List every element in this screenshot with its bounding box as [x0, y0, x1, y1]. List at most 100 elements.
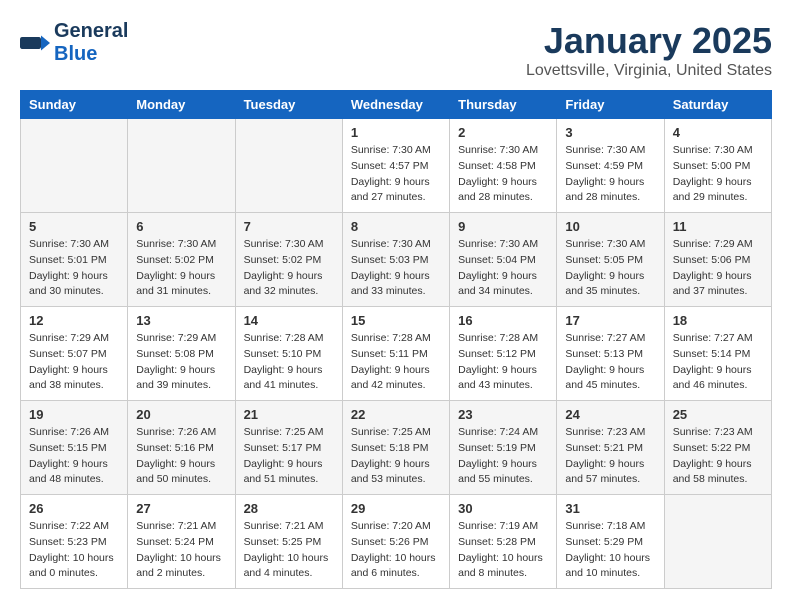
calendar-cell: 15 Sunrise: 7:28 AM Sunset: 5:11 PM Dayli…: [342, 307, 449, 401]
calendar-cell: 19 Sunrise: 7:26 AM Sunset: 5:15 PM Dayli…: [21, 401, 128, 495]
calendar-cell: [21, 119, 128, 213]
day-number: 3: [565, 125, 655, 140]
day-number: 25: [673, 407, 763, 422]
calendar-cell: 24 Sunrise: 7:23 AM Sunset: 5:21 PM Dayli…: [557, 401, 664, 495]
day-info: Sunrise: 7:28 AM Sunset: 5:11 PM Dayligh…: [351, 331, 441, 394]
calendar-title: January 2025: [526, 20, 772, 62]
header-tuesday: Tuesday: [235, 91, 342, 119]
day-info: Sunrise: 7:30 AM Sunset: 4:58 PM Dayligh…: [458, 143, 548, 206]
day-number: 15: [351, 313, 441, 328]
day-number: 28: [244, 501, 334, 516]
calendar-week-row: 1Sunrise: 7:30 AM Sunset: 4:57 PM Daylig…: [21, 119, 772, 213]
day-number: 27: [136, 501, 226, 516]
day-number: 13: [136, 313, 226, 328]
day-number: 11: [673, 219, 763, 234]
title-section: January 2025 Lovettsville, Virginia, Uni…: [526, 20, 772, 80]
calendar-cell: 16Sunrise: 7:28 AM Sunset: 5:12 PM Dayli…: [450, 307, 557, 401]
calendar-cell: 3 Sunrise: 7:30 AM Sunset: 4:59 PM Daylig…: [557, 119, 664, 213]
day-number: 30: [458, 501, 548, 516]
day-number: 2: [458, 125, 548, 140]
calendar-week-row: 19 Sunrise: 7:26 AM Sunset: 5:15 PM Dayli…: [21, 401, 772, 495]
day-number: 21: [244, 407, 334, 422]
calendar-cell: 9Sunrise: 7:30 AM Sunset: 5:04 PM Daylig…: [450, 213, 557, 307]
calendar-cell: 13 Sunrise: 7:29 AM Sunset: 5:08 PM Dayli…: [128, 307, 235, 401]
day-number: 10: [565, 219, 655, 234]
logo-blue: Blue: [54, 43, 97, 65]
day-info: Sunrise: 7:29 AM Sunset: 5:06 PM Dayligh…: [673, 237, 763, 300]
header-saturday: Saturday: [664, 91, 771, 119]
day-info: Sunrise: 7:30 AM Sunset: 4:59 PM Dayligh…: [565, 143, 655, 206]
day-number: 29: [351, 501, 441, 516]
calendar-cell: 10 Sunrise: 7:30 AM Sunset: 5:05 PM Dayli…: [557, 213, 664, 307]
day-info: Sunrise: 7:25 AM Sunset: 5:18 PM Dayligh…: [351, 425, 441, 488]
calendar-header-row: SundayMondayTuesdayWednesdayThursdayFrid…: [21, 91, 772, 119]
day-info: Sunrise: 7:30 AM Sunset: 5:00 PM Dayligh…: [673, 143, 763, 206]
day-number: 22: [351, 407, 441, 422]
calendar-cell: 23 Sunrise: 7:24 AM Sunset: 5:19 PM Dayli…: [450, 401, 557, 495]
day-info: Sunrise: 7:30 AM Sunset: 5:01 PM Dayligh…: [29, 237, 119, 300]
day-number: 16: [458, 313, 548, 328]
calendar-cell: 14 Sunrise: 7:28 AM Sunset: 5:10 PM Dayli…: [235, 307, 342, 401]
calendar-cell: 22 Sunrise: 7:25 AM Sunset: 5:18 PM Dayli…: [342, 401, 449, 495]
calendar-subtitle: Lovettsville, Virginia, United States: [526, 62, 772, 80]
calendar-week-row: 12Sunrise: 7:29 AM Sunset: 5:07 PM Dayli…: [21, 307, 772, 401]
day-number: 26: [29, 501, 119, 516]
day-info: Sunrise: 7:22 AM Sunset: 5:23 PM Dayligh…: [29, 519, 119, 582]
calendar-table: SundayMondayTuesdayWednesdayThursdayFrid…: [20, 90, 772, 589]
day-number: 1: [351, 125, 441, 140]
day-info: Sunrise: 7:30 AM Sunset: 5:02 PM Dayligh…: [244, 237, 334, 300]
day-number: 14: [244, 313, 334, 328]
calendar-cell: 2 Sunrise: 7:30 AM Sunset: 4:58 PM Daylig…: [450, 119, 557, 213]
day-info: Sunrise: 7:25 AM Sunset: 5:17 PM Dayligh…: [244, 425, 334, 488]
calendar-cell: 8Sunrise: 7:30 AM Sunset: 5:03 PM Daylig…: [342, 213, 449, 307]
day-info: Sunrise: 7:23 AM Sunset: 5:21 PM Dayligh…: [565, 425, 655, 488]
day-info: Sunrise: 7:20 AM Sunset: 5:26 PM Dayligh…: [351, 519, 441, 582]
day-number: 8: [351, 219, 441, 234]
header-monday: Monday: [128, 91, 235, 119]
calendar-cell: 1Sunrise: 7:30 AM Sunset: 4:57 PM Daylig…: [342, 119, 449, 213]
calendar-cell: 25 Sunrise: 7:23 AM Sunset: 5:22 PM Dayli…: [664, 401, 771, 495]
calendar-cell: 12Sunrise: 7:29 AM Sunset: 5:07 PM Dayli…: [21, 307, 128, 401]
day-number: 12: [29, 313, 119, 328]
calendar-cell: 11 Sunrise: 7:29 AM Sunset: 5:06 PM Dayli…: [664, 213, 771, 307]
day-info: Sunrise: 7:27 AM Sunset: 5:14 PM Dayligh…: [673, 331, 763, 394]
day-info: Sunrise: 7:30 AM Sunset: 5:04 PM Dayligh…: [458, 237, 548, 300]
calendar-cell: 30Sunrise: 7:19 AM Sunset: 5:28 PM Dayli…: [450, 495, 557, 589]
day-number: 7: [244, 219, 334, 234]
day-number: 31: [565, 501, 655, 516]
page-header: General Blue January 2025 Lovettsville, …: [20, 20, 772, 80]
day-number: 6: [136, 219, 226, 234]
day-info: Sunrise: 7:26 AM Sunset: 5:16 PM Dayligh…: [136, 425, 226, 488]
day-number: 19: [29, 407, 119, 422]
day-number: 23: [458, 407, 548, 422]
day-info: Sunrise: 7:30 AM Sunset: 5:05 PM Dayligh…: [565, 237, 655, 300]
calendar-cell: 20Sunrise: 7:26 AM Sunset: 5:16 PM Dayli…: [128, 401, 235, 495]
day-info: Sunrise: 7:23 AM Sunset: 5:22 PM Dayligh…: [673, 425, 763, 488]
day-info: Sunrise: 7:30 AM Sunset: 5:02 PM Dayligh…: [136, 237, 226, 300]
day-info: Sunrise: 7:29 AM Sunset: 5:08 PM Dayligh…: [136, 331, 226, 394]
day-number: 4: [673, 125, 763, 140]
header-wednesday: Wednesday: [342, 91, 449, 119]
logo: General Blue: [20, 20, 128, 66]
day-info: Sunrise: 7:28 AM Sunset: 5:10 PM Dayligh…: [244, 331, 334, 394]
day-info: Sunrise: 7:21 AM Sunset: 5:24 PM Dayligh…: [136, 519, 226, 582]
day-number: 24: [565, 407, 655, 422]
calendar-cell: [128, 119, 235, 213]
calendar-week-row: 5Sunrise: 7:30 AM Sunset: 5:01 PM Daylig…: [21, 213, 772, 307]
day-info: Sunrise: 7:21 AM Sunset: 5:25 PM Dayligh…: [244, 519, 334, 582]
calendar-cell: 18 Sunrise: 7:27 AM Sunset: 5:14 PM Dayli…: [664, 307, 771, 401]
calendar-cell: [235, 119, 342, 213]
day-info: Sunrise: 7:24 AM Sunset: 5:19 PM Dayligh…: [458, 425, 548, 488]
calendar-cell: 26 Sunrise: 7:22 AM Sunset: 5:23 PM Dayli…: [21, 495, 128, 589]
calendar-cell: 5Sunrise: 7:30 AM Sunset: 5:01 PM Daylig…: [21, 213, 128, 307]
day-number: 18: [673, 313, 763, 328]
calendar-cell: [664, 495, 771, 589]
calendar-cell: 17Sunrise: 7:27 AM Sunset: 5:13 PM Dayli…: [557, 307, 664, 401]
calendar-cell: 6 Sunrise: 7:30 AM Sunset: 5:02 PM Daylig…: [128, 213, 235, 307]
calendar-cell: 28 Sunrise: 7:21 AM Sunset: 5:25 PM Dayli…: [235, 495, 342, 589]
logo-icon: [20, 34, 50, 52]
logo-general: General: [54, 20, 128, 42]
day-info: Sunrise: 7:26 AM Sunset: 5:15 PM Dayligh…: [29, 425, 119, 488]
calendar-cell: 27 Sunrise: 7:21 AM Sunset: 5:24 PM Dayli…: [128, 495, 235, 589]
header-sunday: Sunday: [21, 91, 128, 119]
